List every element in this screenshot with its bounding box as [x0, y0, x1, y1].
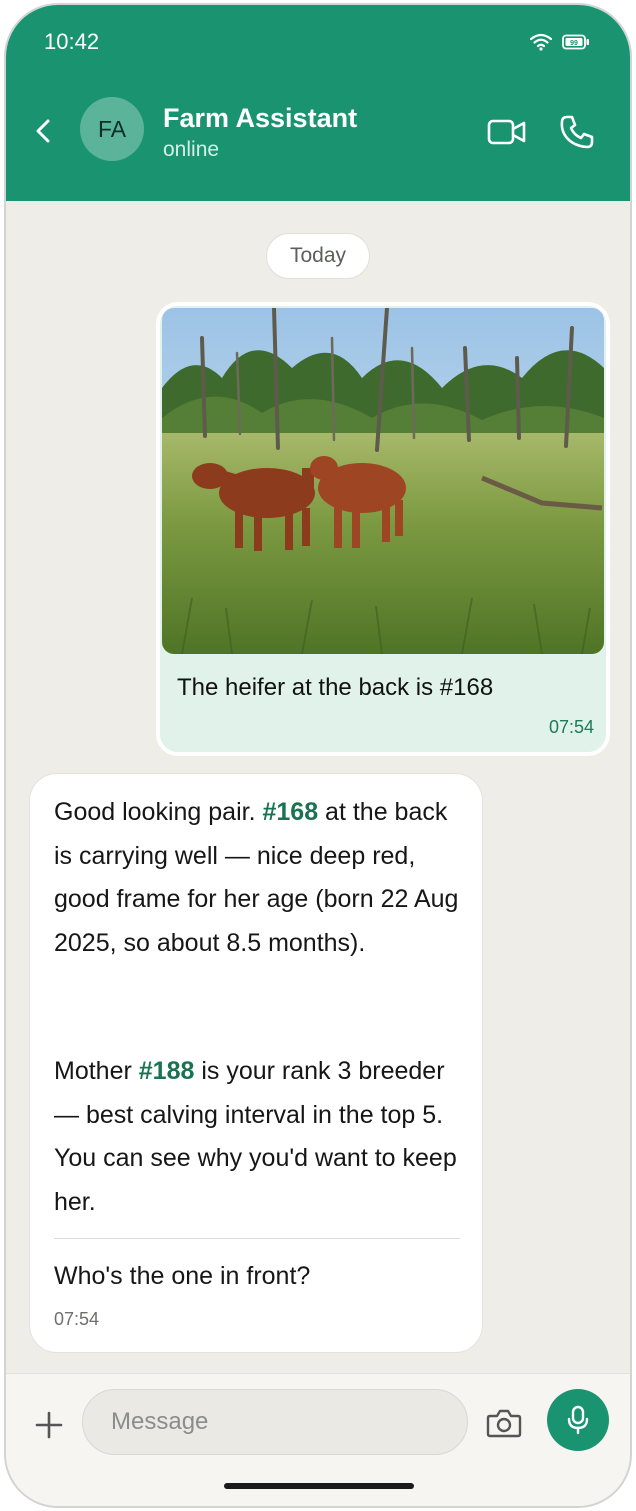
plus-icon[interactable] — [34, 1410, 64, 1440]
contact-name[interactable]: Farm Assistant — [163, 103, 357, 134]
outgoing-message[interactable]: The heifer at the back is #168 07:54 — [156, 302, 610, 756]
camera-icon[interactable] — [486, 1407, 522, 1439]
message-photo[interactable] — [162, 308, 604, 654]
day-separator: Today — [266, 233, 370, 279]
message-question: Who's the one in front? — [54, 1262, 311, 1290]
message-input[interactable]: Message — [82, 1389, 468, 1455]
message-paragraph: Mother #188 is your rank 3 breeder — bes… — [54, 1050, 464, 1224]
back-icon[interactable] — [30, 115, 58, 147]
message-time: 07:54 — [548, 717, 594, 737]
message-paragraph: Good looking pair. #168 at the back is c… — [54, 791, 464, 965]
paragraph-text: Mother — [54, 1057, 139, 1085]
incoming-message[interactable]: Good looking pair. #168 at the back is c… — [29, 773, 483, 1353]
tag-link[interactable]: #168 — [262, 798, 318, 826]
video-call-icon[interactable] — [487, 116, 527, 148]
wifi-icon — [530, 33, 552, 51]
paragraph-text: Good looking pair. — [54, 798, 263, 826]
avatar[interactable]: FA — [80, 97, 144, 161]
status-time: 10:42 — [44, 29, 100, 54]
outgoing-message-text: The heifer at the back is #168 — [177, 674, 494, 701]
message-time: 07:54 — [54, 1309, 100, 1329]
svg-text:99: 99 — [570, 40, 578, 47]
home-indicator[interactable] — [224, 1483, 414, 1489]
cattle-photo-image — [162, 308, 604, 654]
status-icons: 99 — [530, 33, 590, 51]
tag-link[interactable]: #188 — [139, 1057, 195, 1085]
divider — [54, 1238, 460, 1239]
battery-icon: 99 — [562, 34, 589, 50]
input-bar: Message — [6, 1373, 630, 1506]
phone-icon[interactable] — [559, 114, 595, 150]
chat-header: 10:42 99 FA Farm Assistant online — [6, 5, 630, 201]
microphone-icon — [567, 1405, 589, 1435]
microphone-button[interactable] — [547, 1389, 609, 1451]
phone-screen: 10:42 99 FA Farm Assistant online Today … — [4, 3, 632, 1508]
contact-status: online — [163, 138, 220, 161]
